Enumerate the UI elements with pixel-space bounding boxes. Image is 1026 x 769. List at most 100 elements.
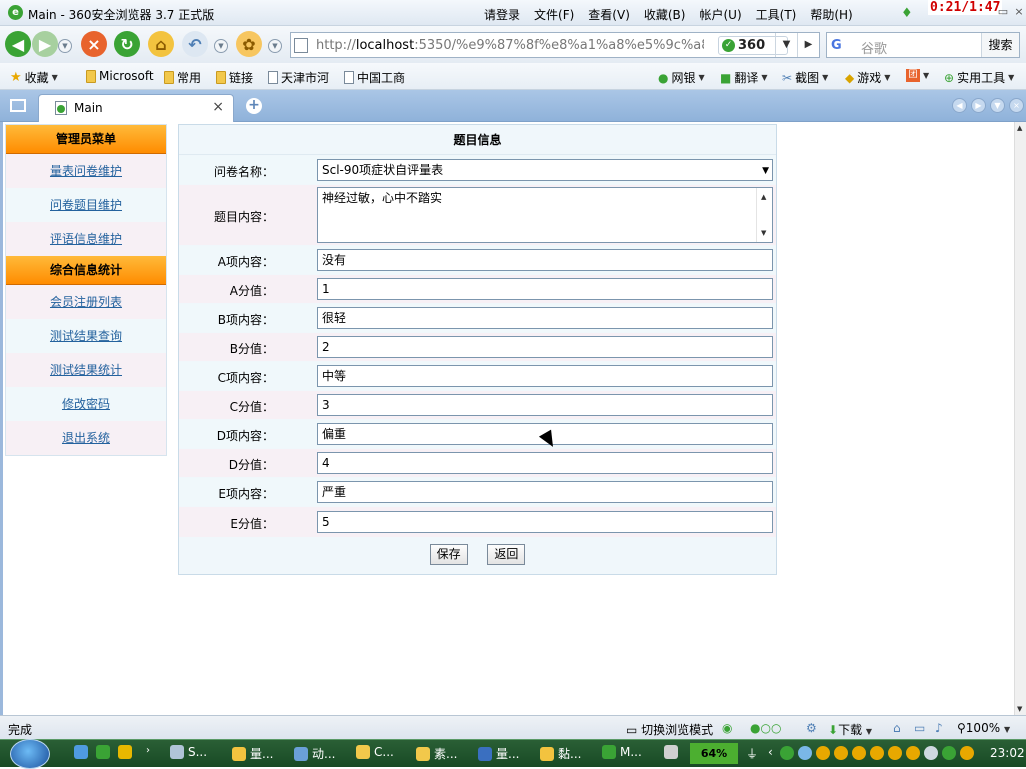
search-box[interactable]: G 谷歌 搜索 xyxy=(826,32,1020,58)
restore-icon[interactable]: ▭ xyxy=(996,6,1010,18)
option-e-score-input[interactable]: 5 xyxy=(317,511,773,533)
tool-utilities[interactable]: ⊕ 实用工具 ▼ xyxy=(944,69,1014,86)
taskbar-item[interactable]: 素... xyxy=(416,745,457,762)
bookmark-tianjin[interactable]: 天津市河 xyxy=(268,69,329,86)
window-split-icon[interactable]: ▭ xyxy=(914,721,925,735)
bookmark-icbc[interactable]: 中国工商 xyxy=(344,69,405,86)
taskbar-item[interactable]: S... xyxy=(170,745,207,759)
zoom-icon: ⚲ xyxy=(957,721,966,735)
taskbar-item[interactable]: 量... xyxy=(478,745,519,762)
quicklaunch-more-icon[interactable]: › xyxy=(146,745,150,756)
gear-icon[interactable]: ⚙ xyxy=(806,721,817,735)
option-a-score-input[interactable]: 1 xyxy=(317,278,773,300)
tray-qq-icon[interactable] xyxy=(816,746,830,760)
option-c-content-input[interactable]: 中等 xyxy=(317,365,773,387)
save-button[interactable]: 保存 xyxy=(429,544,468,565)
favorites-menu[interactable]: ★ 收藏 ▼ xyxy=(10,69,58,86)
tray-qq-icon[interactable] xyxy=(888,746,902,760)
power-plug-icon[interactable]: ⏚ xyxy=(746,745,758,762)
page-scrollbar[interactable]: ▲ ▼ xyxy=(1014,122,1026,715)
bookmark-common[interactable]: 常用 xyxy=(164,69,201,86)
menu-favorites[interactable]: 收藏(B) xyxy=(644,6,686,23)
tray-speech-icon[interactable] xyxy=(798,746,812,760)
tool-group[interactable]: 团 ▼ xyxy=(906,69,929,82)
skin-icon[interactable]: ♦ xyxy=(901,6,913,21)
option-a-content-input[interactable]: 没有 xyxy=(317,249,773,271)
start-button[interactable] xyxy=(10,739,50,769)
ie-icon[interactable]: ◉ xyxy=(722,721,732,735)
quicklaunch-flag-icon[interactable] xyxy=(118,745,132,759)
download-button[interactable]: ⬇下载 ▼ xyxy=(828,721,872,738)
option-b-score-input[interactable]: 2 xyxy=(317,336,773,358)
menu-view[interactable]: 查看(V) xyxy=(588,6,630,23)
tray-network-icon[interactable] xyxy=(780,746,794,760)
close-tab-icon[interactable]: × xyxy=(212,99,224,115)
tab-list-icon[interactable]: ▼ xyxy=(990,98,1005,113)
forward-icon[interactable]: ▶ xyxy=(32,31,58,57)
tool-translate[interactable]: ■ 翻译 ▼ xyxy=(720,69,768,86)
tray-qq-icon[interactable] xyxy=(852,746,866,760)
toggle-icon[interactable]: ●○○ xyxy=(750,721,781,735)
taskbar-item[interactable]: 动... xyxy=(294,745,335,762)
menu-tools[interactable]: 工具(T) xyxy=(756,6,797,23)
menu-file[interactable]: 文件(F) xyxy=(534,6,574,23)
undo-dropdown-icon[interactable]: ▼ xyxy=(214,39,228,53)
option-d-score-input[interactable]: 4 xyxy=(317,452,773,474)
url-text[interactable]: http://localhost:5350/%e9%87%8f%e8%a1%a8… xyxy=(316,38,704,53)
taskbar-item[interactable]: 量... xyxy=(232,745,273,762)
address-dropdown-icon[interactable]: ▼ xyxy=(775,33,797,57)
bookmark-links[interactable]: 链接 xyxy=(216,69,253,86)
close-window-icon[interactable]: × xyxy=(1012,6,1026,18)
bookmark-microsoft[interactable]: Microsoft xyxy=(86,69,154,83)
keyboard-icon[interactable] xyxy=(664,745,678,759)
option-b-content-input[interactable]: 很轻 xyxy=(317,307,773,329)
sidebar-toggle-icon[interactable] xyxy=(10,99,26,112)
tray-expand-icon[interactable]: ‹ xyxy=(768,745,773,759)
stop-icon[interactable]: × xyxy=(81,31,107,57)
option-c-score-input[interactable]: 3 xyxy=(317,394,773,416)
tray-volume-icon[interactable] xyxy=(924,746,938,760)
option-e-content-input[interactable]: 严重 xyxy=(317,481,773,503)
menu-account[interactable]: 帐户(U) xyxy=(699,6,741,23)
tray-qq-icon[interactable] xyxy=(870,746,884,760)
taskbar-item[interactable]: C... xyxy=(356,745,394,759)
address-bar[interactable]: http://localhost:5350/%e9%87%8f%e8%a1%a8… xyxy=(290,32,820,58)
close-all-icon[interactable]: × xyxy=(1009,98,1024,113)
tab-right-icon[interactable]: ▶ xyxy=(971,98,986,113)
back-button[interactable]: 返回 xyxy=(487,544,526,565)
tray-shield-icon[interactable] xyxy=(942,746,956,760)
taskbar-item[interactable]: M... xyxy=(602,745,642,759)
google-icon[interactable]: G xyxy=(831,38,849,54)
quicklaunch-ie-icon[interactable] xyxy=(74,745,88,759)
home-icon[interactable]: ⌂ xyxy=(148,31,174,57)
menu-login[interactable]: 请登录 xyxy=(484,6,520,23)
search-button[interactable]: 搜索 xyxy=(981,33,1019,57)
paw-icon[interactable]: ✿ xyxy=(236,31,262,57)
back-icon[interactable]: ◀ xyxy=(5,31,31,57)
tool-screenshot[interactable]: ✂ 截图 ▼ xyxy=(782,69,828,86)
paw-dropdown-icon[interactable]: ▼ xyxy=(268,39,282,53)
taskbar-item[interactable]: 黏... xyxy=(540,745,581,762)
scissors-icon: ✂ xyxy=(782,70,793,85)
content-textarea[interactable]: 神经过敏，心中不踏实 ▲ ▼ xyxy=(317,187,773,243)
tool-games[interactable]: ◆ 游戏 ▼ xyxy=(845,69,890,86)
tab-left-icon[interactable]: ◀ xyxy=(952,98,967,113)
browse-mode-toggle[interactable]: ▭ 切换浏览模式 xyxy=(626,721,713,738)
textarea-scrollbar[interactable]: ▲ ▼ xyxy=(756,188,772,242)
quicklaunch-360-icon[interactable] xyxy=(96,745,110,759)
speaker-icon[interactable]: ♪ xyxy=(935,721,943,735)
go-icon[interactable]: ▶ xyxy=(797,33,819,57)
new-tab-icon[interactable]: + xyxy=(246,98,262,114)
menu-help[interactable]: 帮助(H) xyxy=(810,6,852,23)
history-dropdown-icon[interactable]: ▼ xyxy=(58,39,72,53)
tray-alert-icon[interactable] xyxy=(960,746,974,760)
questionnaire-select[interactable]: Scl-90项症状自评量表 ▼ xyxy=(317,159,773,181)
tray-qq-icon[interactable] xyxy=(906,746,920,760)
undo-icon[interactable]: ↶ xyxy=(182,31,208,57)
zoom-control[interactable]: ⚲100% ▼ xyxy=(957,721,1010,735)
tool-ebank[interactable]: ● 网银 ▼ xyxy=(658,69,705,86)
tab-main[interactable]: Main × xyxy=(38,94,234,122)
tray-qq-icon[interactable] xyxy=(834,746,848,760)
refresh-icon[interactable]: ↻ xyxy=(114,31,140,57)
clean-icon[interactable]: ⌂ xyxy=(893,721,901,735)
